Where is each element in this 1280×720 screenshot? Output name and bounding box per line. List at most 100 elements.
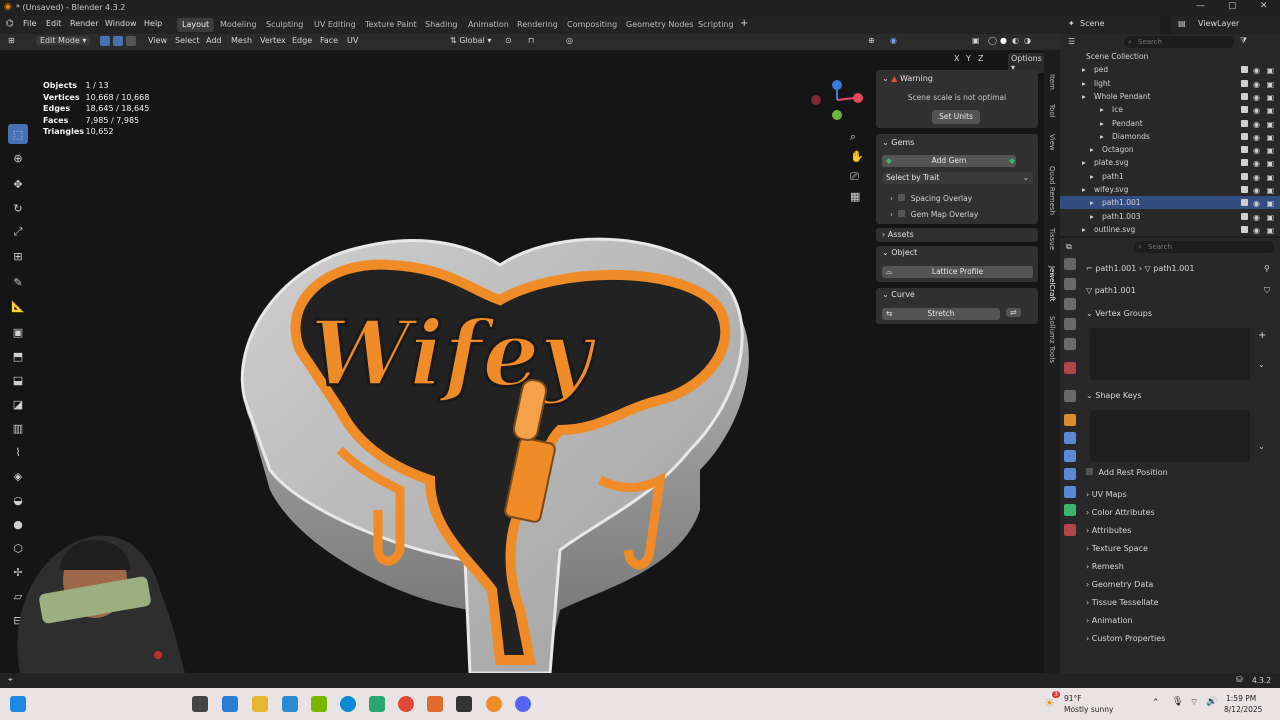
chevron-down-icon[interactable]: ⌄ bbox=[882, 248, 889, 257]
outliner-row[interactable]: Pendant ▸ ◉ ▣ bbox=[1060, 117, 1280, 130]
tab-texture-paint[interactable]: Texture Paint bbox=[360, 18, 422, 32]
outliner-row[interactable]: path1.001 ▸ ◉ ▣ bbox=[1060, 196, 1280, 210]
camera-icon[interactable]: ▣ bbox=[1266, 131, 1274, 144]
menu-render[interactable]: Render bbox=[70, 19, 98, 28]
camera-icon[interactable]: ▣ bbox=[1266, 197, 1274, 210]
annotate-tool-icon[interactable]: ✎ bbox=[8, 272, 28, 292]
loop-cut-tool-icon[interactable]: ▥ bbox=[8, 418, 28, 438]
tab-jewelcraft[interactable]: JewelCraft bbox=[1044, 266, 1056, 302]
tab-quad-remesh[interactable]: Quad Remesh bbox=[1044, 166, 1056, 215]
vertex-groups-section[interactable]: ⌄ Vertex Groups bbox=[1086, 309, 1276, 323]
outliner-row[interactable]: light ▸ ◉ ▣ bbox=[1060, 77, 1280, 90]
output-props-icon[interactable] bbox=[1064, 298, 1076, 310]
menu-edit[interactable]: Edit bbox=[46, 19, 62, 28]
scene-selector[interactable]: ✦ Scene bbox=[1060, 16, 1160, 34]
world-props-icon[interactable] bbox=[1064, 362, 1076, 374]
property-section[interactable]: › Remesh bbox=[1086, 562, 1276, 576]
checkbox[interactable] bbox=[1241, 159, 1248, 167]
camera-icon[interactable]: ▣ bbox=[1266, 78, 1274, 91]
camera-icon[interactable]: ▣ bbox=[1266, 211, 1274, 224]
transform-tool-icon[interactable]: ⊞ bbox=[8, 246, 28, 266]
camera-icon[interactable]: ▣ bbox=[1266, 91, 1274, 104]
camera-icon[interactable]: ▣ bbox=[1266, 144, 1274, 157]
checkbox[interactable] bbox=[1241, 146, 1248, 154]
bevel-tool-icon[interactable]: ◪ bbox=[8, 394, 28, 414]
eye-icon[interactable]: ◉ bbox=[1253, 144, 1260, 157]
tab-rendering[interactable]: Rendering bbox=[512, 18, 563, 32]
volume-icon[interactable]: 🔊 bbox=[1206, 697, 1217, 707]
property-section[interactable]: › Texture Space bbox=[1086, 544, 1276, 558]
tab-modeling[interactable]: Modeling bbox=[215, 18, 261, 32]
checkbox[interactable] bbox=[1086, 468, 1093, 475]
store-icon[interactable] bbox=[282, 696, 298, 712]
chevron-down-icon[interactable]: ⌄ bbox=[882, 290, 889, 299]
chevron-down-icon[interactable]: ⌄ bbox=[882, 138, 889, 147]
vertex-groups-list[interactable] bbox=[1090, 328, 1250, 380]
lattice-profile-button[interactable]: ⌓ Lattice Profile bbox=[882, 266, 1033, 278]
gem-settings-icon[interactable]: ◆ bbox=[1009, 156, 1015, 165]
nvidia-icon[interactable] bbox=[311, 696, 327, 712]
proportional-icon[interactable]: ◎ bbox=[566, 36, 573, 45]
clock-time[interactable]: 1:59 PM bbox=[1226, 694, 1256, 703]
navigation-gizmo[interactable] bbox=[806, 76, 866, 122]
add-rest-position-row[interactable]: Add Rest Position bbox=[1086, 468, 1276, 482]
chevron-down-icon[interactable]: ⌄ bbox=[1258, 360, 1265, 369]
set-units-button[interactable]: Set Units bbox=[932, 110, 980, 124]
particles-props-icon[interactable] bbox=[1064, 450, 1076, 462]
terminal-icon[interactable] bbox=[456, 696, 472, 712]
outliner-row[interactable]: path1 ▸ ◉ ▣ bbox=[1060, 170, 1280, 183]
tab-uv-editing[interactable]: UV Editing bbox=[309, 18, 361, 32]
axis-y-toggle[interactable]: Y bbox=[966, 54, 971, 63]
camera-icon[interactable]: ▣ bbox=[1266, 184, 1274, 197]
checkbox[interactable] bbox=[1241, 92, 1248, 100]
menu-select[interactable]: Select bbox=[175, 36, 200, 45]
tab-view[interactable]: View bbox=[1044, 134, 1056, 151]
windows-start-icon[interactable] bbox=[10, 696, 26, 712]
eye-icon[interactable]: ◉ bbox=[1253, 157, 1260, 170]
select-tool-icon[interactable]: ⬚ bbox=[8, 124, 28, 144]
tool-props-icon[interactable] bbox=[1064, 258, 1076, 270]
face-select-button[interactable] bbox=[126, 36, 136, 46]
pin-icon[interactable]: ⚲ bbox=[1264, 264, 1270, 273]
outliner-row[interactable]: path1.003 ▸ ◉ ▣ bbox=[1060, 210, 1280, 223]
properties-search[interactable]: ⌕ Search bbox=[1134, 241, 1274, 253]
checkbox[interactable] bbox=[1241, 186, 1248, 193]
axis-x-toggle[interactable]: X bbox=[954, 54, 959, 63]
menu-view[interactable]: View bbox=[148, 36, 167, 45]
wifi-icon[interactable]: ⌔ bbox=[1190, 697, 1198, 708]
tab-animation[interactable]: Animation bbox=[463, 18, 514, 32]
checkbox[interactable] bbox=[1241, 212, 1248, 220]
maximize-button[interactable]: ▢ bbox=[1228, 1, 1237, 11]
gem-map-overlay-row[interactable]: › Gem Map Overlay bbox=[890, 210, 978, 219]
shading-solid-icon[interactable]: ● bbox=[1000, 36, 1007, 45]
eye-icon[interactable]: ◉ bbox=[1253, 131, 1260, 144]
shape-keys-section[interactable]: ⌄ Shape Keys bbox=[1086, 391, 1276, 405]
eye-icon[interactable]: ◉ bbox=[1253, 104, 1260, 117]
axis-z-toggle[interactable]: Z bbox=[978, 54, 983, 63]
camera-icon[interactable]: ▣ bbox=[1266, 64, 1274, 77]
blender-taskbar-icon[interactable] bbox=[486, 696, 502, 712]
eye-icon[interactable]: ◉ bbox=[1253, 184, 1260, 197]
tab-sollumz-tools[interactable]: Sollumz Tools bbox=[1044, 316, 1056, 363]
outliner-type-icon[interactable]: ☰ bbox=[1068, 37, 1075, 46]
menu-window[interactable]: Window bbox=[105, 19, 137, 28]
widgets-icon[interactable] bbox=[222, 696, 238, 712]
chevron-down-icon[interactable]: ⌄ bbox=[1258, 442, 1265, 451]
checkbox[interactable] bbox=[1241, 66, 1248, 74]
property-section[interactable]: › Color Attributes bbox=[1086, 508, 1276, 522]
checkbox[interactable] bbox=[1241, 199, 1248, 207]
discord-icon[interactable] bbox=[515, 696, 531, 712]
edge-select-button[interactable] bbox=[113, 36, 123, 46]
collection-props-icon[interactable] bbox=[1064, 390, 1076, 402]
constraints-props-icon[interactable] bbox=[1064, 486, 1076, 498]
render-props-icon[interactable] bbox=[1064, 278, 1076, 290]
filter-icon[interactable]: ⧩ bbox=[1240, 36, 1247, 46]
camera-icon[interactable]: ▣ bbox=[1266, 171, 1274, 184]
property-section[interactable]: › Attributes bbox=[1086, 526, 1276, 540]
eye-icon[interactable]: ◉ bbox=[1253, 171, 1260, 184]
shading-material-icon[interactable]: ◐ bbox=[1012, 36, 1019, 45]
shape-keys-list[interactable] bbox=[1090, 410, 1250, 462]
camera-icon[interactable]: ▣ bbox=[1266, 118, 1274, 131]
eye-icon[interactable]: ◉ bbox=[1253, 224, 1260, 237]
app-icon[interactable] bbox=[427, 696, 443, 712]
